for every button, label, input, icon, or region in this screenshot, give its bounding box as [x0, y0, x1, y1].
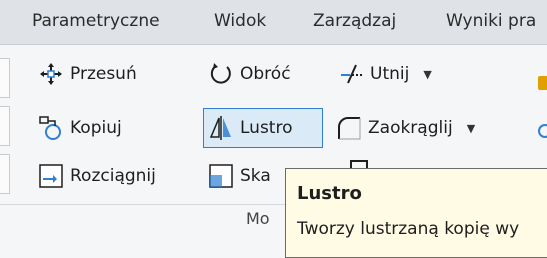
copy-label: Kopiuj: [70, 118, 122, 138]
fillet-label: Zaokrąglij: [368, 118, 453, 138]
fillet-dropdown-icon[interactable]: ▼: [467, 122, 475, 135]
rotate-icon: [208, 61, 234, 87]
move-icon: [38, 61, 64, 87]
stretch-button[interactable]: Rozciągnij: [38, 160, 156, 192]
stretch-label: Rozciągnij: [70, 166, 156, 186]
copy-button[interactable]: Kopiuj: [38, 112, 122, 144]
extra-tool-icon-1[interactable]: [538, 76, 547, 90]
mirror-button[interactable]: Lustro: [203, 108, 323, 148]
stretch-icon: [38, 163, 64, 189]
move-button[interactable]: Przesuń: [38, 58, 137, 90]
trim-button[interactable]: Utnij ▼: [338, 58, 432, 90]
scale-icon: [208, 163, 234, 189]
tab-widok[interactable]: Widok: [214, 11, 266, 31]
fillet-button[interactable]: Zaokrąglij ▼: [336, 112, 475, 144]
tab-wyniki[interactable]: Wyniki pra: [446, 11, 536, 31]
rotate-button[interactable]: Obróć: [208, 58, 291, 90]
scale-label: Ska: [240, 166, 271, 186]
tooltip-title: Lustro: [297, 183, 362, 204]
scale-button[interactable]: Ska: [208, 160, 271, 192]
left-panel-stub: [0, 58, 10, 208]
trim-label: Utnij: [370, 64, 410, 84]
tab-parametryczne[interactable]: Parametryczne: [32, 11, 160, 31]
trim-icon: [338, 61, 364, 87]
copy-icon: [38, 115, 64, 141]
ribbon-tab-bar: Parametryczne Widok Zarządzaj Wyniki pra: [0, 0, 547, 45]
mirror-label: Lustro: [240, 118, 293, 138]
rotate-label: Obróć: [240, 64, 291, 84]
fillet-icon: [336, 115, 362, 141]
move-label: Przesuń: [70, 64, 137, 84]
tab-zarzadzaj[interactable]: Zarządzaj: [313, 11, 396, 31]
extra-tool-icon-2[interactable]: [538, 124, 547, 138]
mirror-icon: [208, 115, 234, 141]
tooltip-description: Tworzy lustrzaną kopię wy: [297, 219, 520, 239]
modify-panel-label: Mo: [246, 209, 270, 228]
mirror-tooltip: Lustro Tworzy lustrzaną kopię wy: [285, 168, 547, 258]
trim-dropdown-icon[interactable]: ▼: [423, 68, 431, 81]
